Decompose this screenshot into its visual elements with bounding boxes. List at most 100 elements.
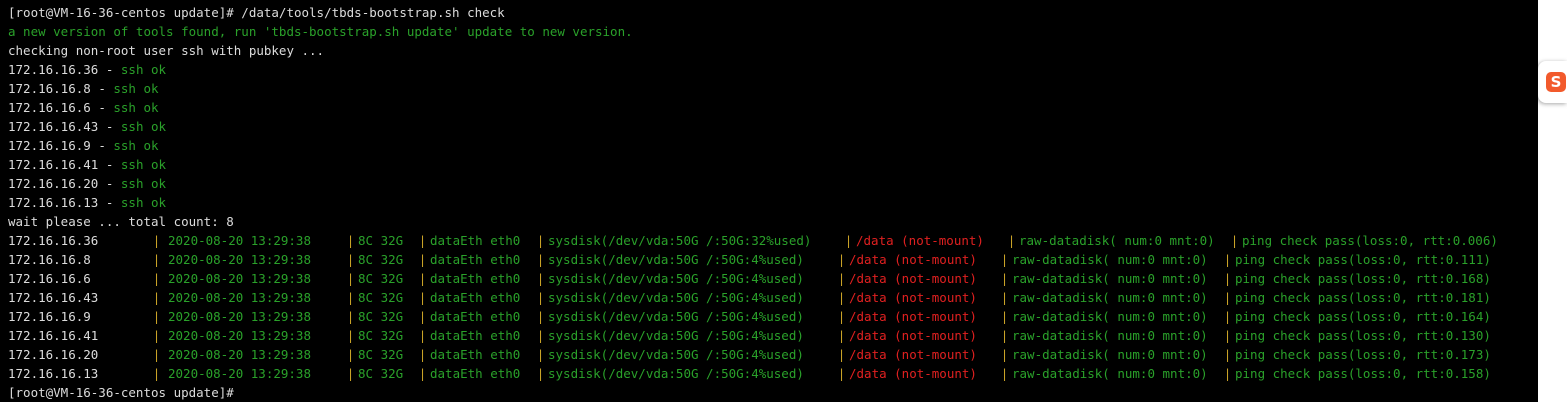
net-cell: dataEth eth0 bbox=[430, 366, 521, 381]
ssh-host: 172.16.16.36 bbox=[8, 62, 99, 77]
column-separator: | bbox=[346, 347, 355, 362]
net-cell: dataEth eth0 bbox=[430, 347, 521, 362]
terminal-cursor bbox=[233, 386, 241, 401]
sysdisk-cell: sysdisk(/dev/vda:50G /:50G:4%used) bbox=[548, 290, 804, 305]
check-row: 172.16.16.36 | 2020-08-20 13:29:38 | 8C 32G |… bbox=[8, 231, 1538, 250]
column-separator: | bbox=[346, 252, 355, 267]
column-separator: | bbox=[536, 252, 545, 267]
data-mount-cell: /data (not-mount) bbox=[856, 233, 984, 248]
ssh-separator: - bbox=[90, 138, 114, 153]
checking-line: checking non-root user ssh with pubkey .… bbox=[8, 43, 325, 58]
column-separator: | bbox=[152, 290, 161, 305]
ssh-result-line: 172.16.16.13 - ssh ok bbox=[8, 193, 1538, 212]
data-mount-cell: /data (not-mount) bbox=[849, 309, 977, 324]
net-cell: dataEth eth0 bbox=[430, 271, 521, 286]
data-mount-cell: /data (not-mount) bbox=[849, 347, 977, 362]
ssh-host: 172.16.16.6 bbox=[8, 100, 91, 115]
data-mount-cell: /data (not-mount) bbox=[849, 328, 977, 343]
ping-cell: ping check pass(loss:0, rtt:0.158) bbox=[1235, 366, 1491, 381]
spec-cell: 8C 32G bbox=[358, 290, 404, 305]
check-results: 172.16.16.36 | 2020-08-20 13:29:38 | 8C 32G |… bbox=[8, 231, 1538, 383]
spec-cell: 8C 32G bbox=[358, 366, 404, 381]
time-cell: 2020-08-20 13:29:38 bbox=[168, 252, 311, 267]
column-separator: | bbox=[1000, 271, 1009, 286]
terminal-window[interactable]: [root@VM-16-36-centos update]# /data/too… bbox=[0, 0, 1538, 402]
data-mount-cell: /data (not-mount) bbox=[849, 366, 977, 381]
command-line: [root@VM-16-36-centos update]# /data/too… bbox=[8, 5, 505, 20]
sysdisk-cell: sysdisk(/dev/vda:50G /:50G:4%used) bbox=[548, 309, 804, 324]
check-row: 172.16.16.6 | 2020-08-20 13:29:38 | 8C 32G | d… bbox=[8, 269, 1538, 288]
data-mount-cell: /data (not-mount) bbox=[849, 271, 977, 286]
column-separator: | bbox=[536, 366, 545, 381]
raw-datadisk-cell: raw-datadisk( num:0 mnt:0) bbox=[1019, 233, 1215, 248]
column-separator: | bbox=[152, 347, 161, 362]
ssh-result-line: 172.16.16.43 - ssh ok bbox=[8, 117, 1538, 136]
sysdisk-cell: sysdisk(/dev/vda:50G /:50G:4%used) bbox=[548, 366, 804, 381]
sogou-ime-icon: S bbox=[1546, 72, 1566, 92]
column-separator: | bbox=[1000, 366, 1009, 381]
column-separator: | bbox=[1000, 347, 1009, 362]
ssh-separator: - bbox=[98, 176, 121, 191]
data-mount-cell: /data (not-mount) bbox=[849, 252, 977, 267]
net-cell: dataEth eth0 bbox=[430, 328, 521, 343]
check-row: 172.16.16.9 | 2020-08-20 13:29:38 | 8C 32G | d… bbox=[8, 307, 1538, 326]
ssh-result-line: 172.16.16.36 - ssh ok bbox=[8, 60, 1538, 79]
column-separator: | bbox=[152, 233, 161, 248]
ssh-host: 172.16.16.9 bbox=[8, 138, 91, 153]
column-separator: | bbox=[346, 328, 355, 343]
column-separator: | bbox=[418, 271, 427, 286]
raw-datadisk-cell: raw-datadisk( num:0 mnt:0) bbox=[1012, 328, 1208, 343]
ssh-results: 172.16.16.36 - ssh ok 172.16.16.8 - ssh o… bbox=[8, 60, 1538, 212]
ssh-host: 172.16.16.8 bbox=[8, 81, 91, 96]
column-separator: | bbox=[1000, 309, 1009, 324]
ping-cell: ping check pass(loss:0, rtt:0.006) bbox=[1242, 233, 1498, 248]
column-separator: | bbox=[1000, 328, 1009, 343]
column-separator: | bbox=[418, 233, 427, 248]
ssh-host: 172.16.16.20 bbox=[8, 176, 99, 191]
column-separator: | bbox=[418, 252, 427, 267]
column-separator: | bbox=[1223, 347, 1232, 362]
column-separator: | bbox=[418, 328, 427, 343]
ssh-status: ssh ok bbox=[113, 138, 159, 153]
ssh-separator: - bbox=[98, 195, 121, 210]
check-row: 172.16.16.8 | 2020-08-20 13:29:38 | 8C 32G | d… bbox=[8, 250, 1538, 269]
ime-badge[interactable]: S bbox=[1538, 61, 1567, 103]
column-separator: | bbox=[536, 271, 545, 286]
column-separator: | bbox=[536, 328, 545, 343]
column-separator: | bbox=[536, 290, 545, 305]
column-separator: | bbox=[1223, 366, 1232, 381]
host-cell: 172.16.16.9 bbox=[8, 309, 91, 324]
ssh-separator: - bbox=[90, 81, 114, 96]
column-separator: | bbox=[837, 347, 846, 362]
sysdisk-cell: sysdisk(/dev/vda:50G /:50G:4%used) bbox=[548, 252, 804, 267]
data-mount-cell: /data (not-mount) bbox=[849, 290, 977, 305]
host-cell: 172.16.16.8 bbox=[8, 252, 91, 267]
column-separator: | bbox=[837, 290, 846, 305]
ssh-status: ssh ok bbox=[120, 62, 167, 77]
update-notice: a new version of tools found, run 'tbds-… bbox=[8, 24, 633, 39]
column-separator: | bbox=[1223, 328, 1232, 343]
ssh-result-line: 172.16.16.6 - ssh ok bbox=[8, 98, 1538, 117]
ssh-status: ssh ok bbox=[120, 195, 167, 210]
sysdisk-cell: sysdisk(/dev/vda:50G /:50G:4%used) bbox=[548, 347, 804, 362]
ping-cell: ping check pass(loss:0, rtt:0.181) bbox=[1235, 290, 1491, 305]
ssh-result-line: 172.16.16.41 - ssh ok bbox=[8, 155, 1538, 174]
column-separator: | bbox=[837, 271, 846, 286]
raw-datadisk-cell: raw-datadisk( num:0 mnt:0) bbox=[1012, 271, 1208, 286]
column-separator: | bbox=[837, 309, 846, 324]
ssh-result-line: 172.16.16.8 - ssh ok bbox=[8, 79, 1538, 98]
sysdisk-cell: sysdisk(/dev/vda:50G /:50G:32%used) bbox=[548, 233, 812, 248]
column-separator: | bbox=[346, 290, 355, 305]
time-cell: 2020-08-20 13:29:38 bbox=[168, 233, 311, 248]
raw-datadisk-cell: raw-datadisk( num:0 mnt:0) bbox=[1012, 252, 1208, 267]
ssh-separator: - bbox=[90, 100, 114, 115]
check-row: 172.16.16.13 | 2020-08-20 13:29:38 | 8C 32G |… bbox=[8, 364, 1538, 383]
prompt-text: [root@VM-16-36-centos update]# bbox=[8, 385, 234, 400]
column-separator: | bbox=[346, 271, 355, 286]
spec-cell: 8C 32G bbox=[358, 347, 404, 362]
column-separator: | bbox=[418, 366, 427, 381]
ssh-host: 172.16.16.41 bbox=[8, 157, 99, 172]
time-cell: 2020-08-20 13:29:38 bbox=[168, 366, 311, 381]
final-prompt[interactable]: [root@VM-16-36-centos update]# bbox=[8, 383, 1538, 402]
host-cell: 172.16.16.43 bbox=[8, 290, 99, 305]
